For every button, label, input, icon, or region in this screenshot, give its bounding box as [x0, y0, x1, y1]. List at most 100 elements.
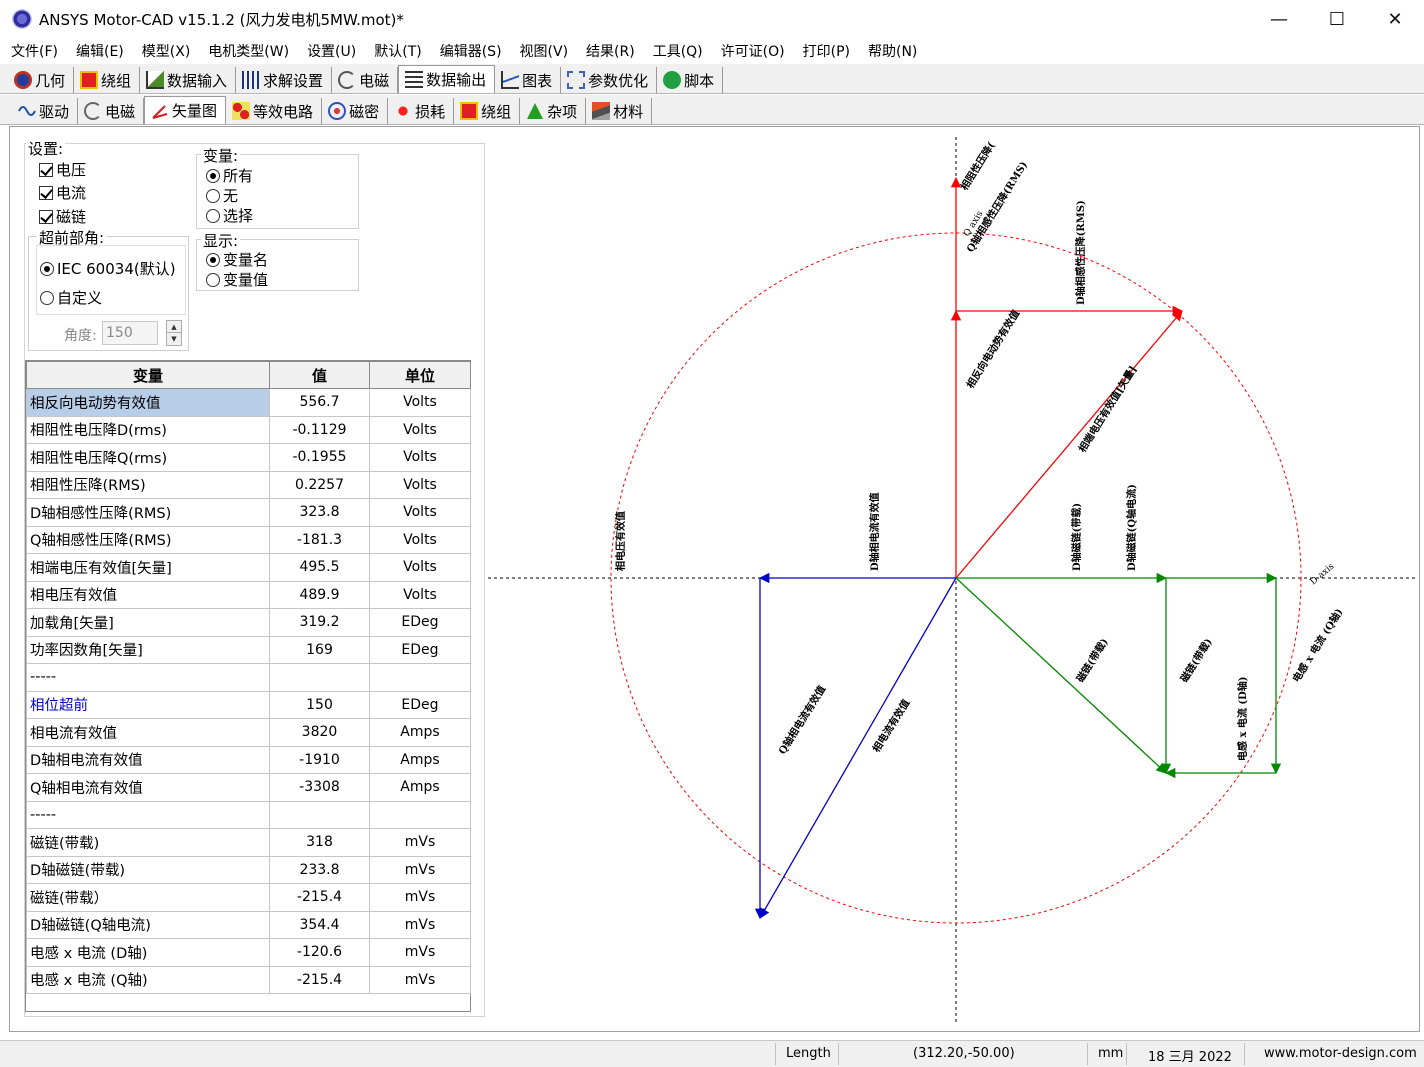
tab-solver-settings[interactable]: 求解设置: [236, 67, 333, 93]
custom-angle-radio[interactable]: 自定义: [40, 287, 102, 308]
header-variable[interactable]: 变量: [26, 361, 270, 389]
menu-view[interactable]: 视图(V): [520, 41, 569, 61]
tab-graphs[interactable]: 图表: [495, 67, 562, 93]
materials-icon: [592, 102, 611, 120]
tab-winding-sub[interactable]: 绕组: [454, 98, 521, 124]
winding-icon: [80, 71, 99, 89]
header-value[interactable]: 值: [269, 361, 370, 389]
table-row[interactable]: 相电压有效值 489.9 Volts: [26, 580, 471, 609]
close-button[interactable]: ✕: [1366, 0, 1424, 38]
current-checkbox[interactable]: 电流: [39, 182, 86, 203]
variables-select-radio[interactable]: 选择: [206, 205, 253, 226]
table-row[interactable]: D轴磁链(Q轴电流) 354.4 mVs: [26, 910, 471, 939]
menu-motor-type[interactable]: 电机类型(W): [208, 41, 289, 61]
tab-optimisation[interactable]: 参数优化: [561, 67, 658, 93]
minimize-button[interactable]: —: [1250, 0, 1308, 38]
cell-value: 0.2257: [269, 470, 370, 499]
angle-spinner[interactable]: ▲ ▼: [166, 320, 182, 346]
variables-none-radio[interactable]: 无: [206, 185, 238, 206]
tab-emag[interactable]: 电磁: [78, 98, 145, 124]
solver-settings-icon: [242, 71, 261, 89]
table-row[interactable]: -----: [26, 663, 471, 692]
menu-license[interactable]: 许可证(O): [721, 41, 785, 61]
table-row[interactable]: 磁链(带载) 318 mVs: [26, 828, 471, 857]
variables-label: 变量:: [201, 145, 241, 166]
table-row[interactable]: 电感 x 电流 (D轴) -120.6 mVs: [26, 938, 471, 967]
header-unit[interactable]: 单位: [369, 361, 471, 389]
menu-file[interactable]: 文件(F): [11, 41, 58, 61]
table-row[interactable]: 功率因数角[矢量] 169 EDeg: [26, 635, 471, 664]
label-flux-load2: 磁链(带载): [1178, 636, 1215, 685]
cell-value: 354.4: [269, 910, 370, 939]
tab-scripting[interactable]: 脚本: [657, 67, 724, 93]
tab-flux-density[interactable]: 磁密: [322, 98, 389, 124]
voltage-checkbox[interactable]: 电压: [39, 159, 86, 180]
tab-misc[interactable]: 杂项: [520, 98, 587, 124]
iec-default-radio[interactable]: IEC 60034(默认): [40, 258, 176, 279]
table-row[interactable]: 相阻性电压降Q(rms) -0.1955 Volts: [26, 443, 471, 472]
menu-help[interactable]: 帮助(N): [868, 41, 917, 61]
table-row[interactable]: 相位超前 150 EDeg: [26, 690, 471, 719]
cell-unit: Amps: [369, 773, 471, 802]
table-row[interactable]: D轴相电流有效值 -1910 Amps: [26, 745, 471, 774]
spin-down-icon[interactable]: ▼: [167, 333, 181, 345]
menu-editors[interactable]: 编辑器(S): [440, 41, 502, 61]
table-row[interactable]: D轴磁链(带载) 233.8 mVs: [26, 855, 471, 884]
tab-losses[interactable]: 损耗: [388, 98, 455, 124]
flux-checkbox[interactable]: 磁链: [39, 206, 86, 227]
display-values-radio[interactable]: 变量值: [206, 269, 268, 290]
window-title: ANSYS Motor-CAD v15.1.2 (风力发电机5MW.mot)*: [39, 10, 404, 29]
tab-equivalent-circuit[interactable]: 等效电路: [226, 98, 323, 124]
input-data-icon: [146, 71, 165, 89]
tab-input-data[interactable]: 数据输入: [140, 67, 237, 93]
table-row[interactable]: 相阻性压降(RMS) 0.2257 Volts: [26, 470, 471, 499]
cell-unit: Amps: [369, 718, 471, 747]
menu-settings[interactable]: 设置(U): [307, 41, 356, 61]
tab-vector-diagram[interactable]: 矢量图: [144, 96, 227, 124]
menu-bar: 文件(F) 编辑(E) 模型(X) 电机类型(W) 设置(U) 默认(T) 编辑…: [0, 38, 1424, 64]
tab-winding[interactable]: 绕组: [74, 67, 141, 93]
optimisation-icon: [567, 71, 586, 89]
table-row[interactable]: 相反向电动势有效值 556.7 Volts: [26, 388, 471, 417]
cell-variable: 相端电压有效值[矢量]: [26, 553, 270, 582]
cell-variable: Q轴相电流有效值: [26, 773, 270, 802]
electromagnetic-icon: [338, 71, 357, 89]
tab-materials[interactable]: 材料: [586, 98, 653, 124]
table-header: 变量 值 单位: [26, 361, 471, 389]
vector-settings-panel: 设置: 电压 电流 磁链 变量: 所有 无 选择 显示: 变量名 变量值 超前部…: [24, 138, 485, 1017]
label-back-emf: 相反向电动势有效值: [964, 307, 1023, 390]
table-row[interactable]: Q轴相电流有效值 -3308 Amps: [26, 773, 471, 802]
maximize-button[interactable]: ☐: [1308, 0, 1366, 38]
cell-variable: D轴相感性压降(RMS): [26, 498, 270, 527]
table-row[interactable]: D轴相感性压降(RMS) 323.8 Volts: [26, 498, 471, 527]
sub-tab-bar: 驱动 电磁 矢量图 等效电路 磁密 损耗 绕组 杂项 材料: [0, 95, 1424, 125]
losses-icon: [394, 102, 413, 120]
variables-all-radio[interactable]: 所有: [206, 165, 253, 186]
display-names-radio[interactable]: 变量名: [206, 249, 268, 270]
table-row[interactable]: -----: [26, 800, 471, 829]
tab-output-data[interactable]: 数据输出: [398, 65, 496, 93]
cell-value: -3308: [269, 773, 370, 802]
angle-input[interactable]: 150: [102, 321, 158, 345]
tab-geometry[interactable]: 几何: [8, 67, 75, 93]
table-row[interactable]: 相电流有效值 3820 Amps: [26, 718, 471, 747]
table-row[interactable]: 相阻性电压降D(rms) -0.1129 Volts: [26, 415, 471, 444]
tab-drive[interactable]: 驱动: [12, 98, 79, 124]
menu-model[interactable]: 模型(X): [142, 41, 191, 61]
menu-results[interactable]: 结果(R): [586, 41, 635, 61]
label-lxi-d: 电感 x 电流 (D轴): [1236, 676, 1249, 761]
menu-print[interactable]: 打印(P): [803, 41, 850, 61]
menu-defaults[interactable]: 默认(T): [374, 41, 421, 61]
script-icon: [663, 71, 682, 89]
table-row[interactable]: 相端电压有效值[矢量] 495.5 Volts: [26, 553, 471, 582]
table-row[interactable]: 加载角[矢量] 319.2 EDeg: [26, 608, 471, 637]
table-row[interactable]: Q轴相感性压降(RMS) -181.3 Volts: [26, 525, 471, 554]
menu-edit[interactable]: 编辑(E): [76, 41, 124, 61]
table-row[interactable]: 磁链(带载） -215.4 mVs: [26, 883, 471, 912]
menu-tools[interactable]: 工具(Q): [653, 41, 703, 61]
label-d-axis: D axis: [1309, 561, 1337, 587]
tab-electromagnetic[interactable]: 电磁: [332, 67, 399, 93]
spin-up-icon[interactable]: ▲: [167, 321, 181, 333]
table-row[interactable]: 电感 x 电流 (Q轴) -215.4 mVs: [26, 965, 471, 994]
label-terminal-voltage: 相端电压有效值[矢量]: [1076, 363, 1140, 454]
